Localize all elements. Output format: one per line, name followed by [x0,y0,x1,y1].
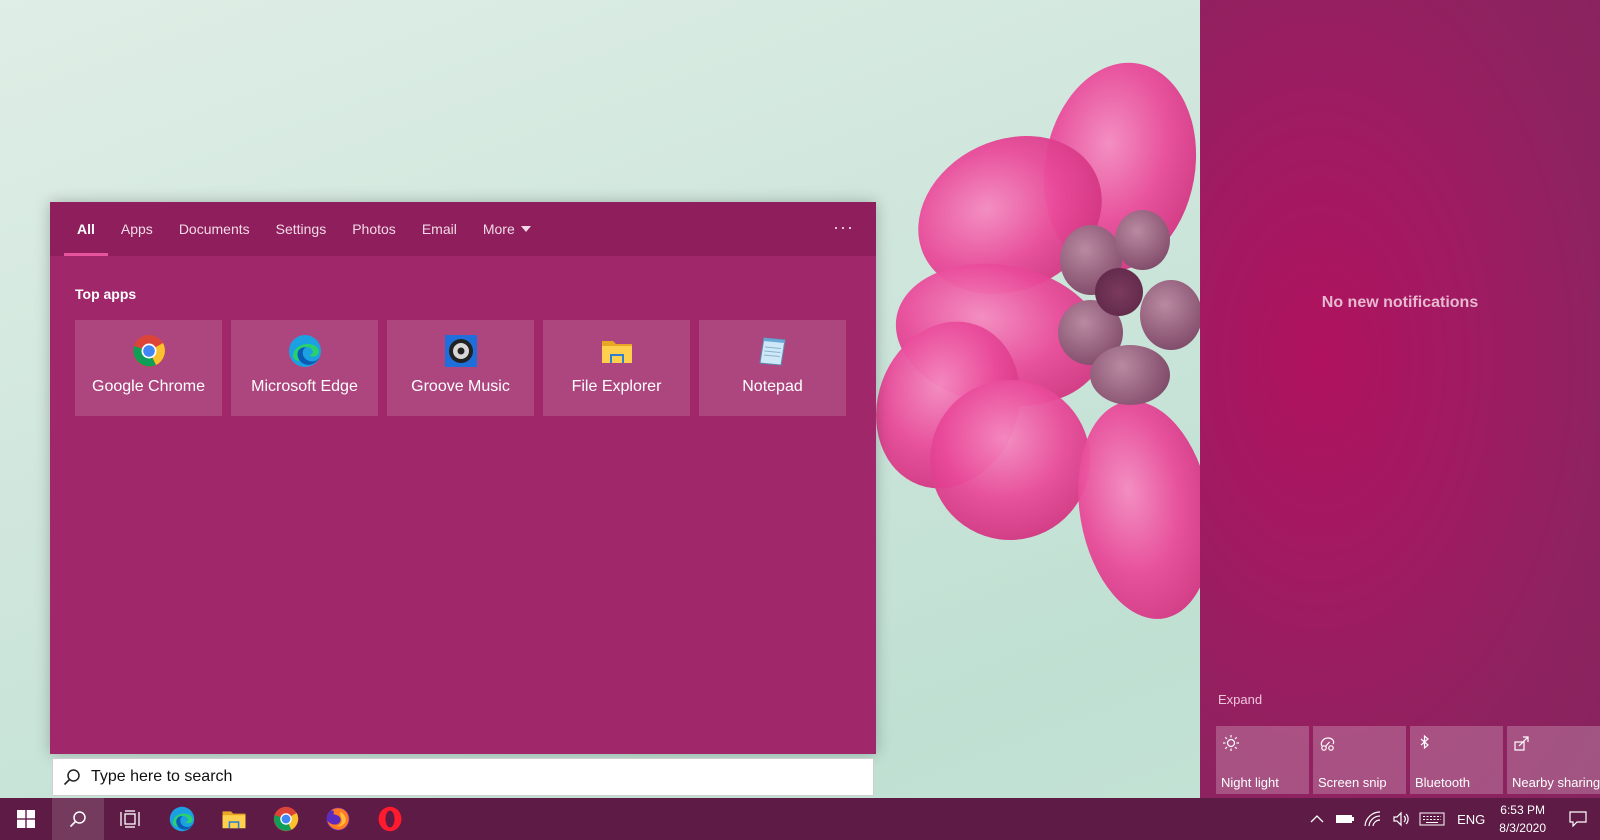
clock-date: 8/3/2020 [1499,821,1546,835]
search-input[interactable] [91,768,851,786]
network-status-button[interactable] [1361,798,1385,840]
app-name: Notepad [742,378,803,395]
expand-quick-actions-link[interactable]: Expand [1218,692,1262,707]
battery-status-button[interactable] [1333,798,1357,840]
tab-more-label: More [482,221,515,237]
touch-keyboard-button[interactable] [1417,798,1447,840]
keyboard-icon [1419,812,1445,826]
file-explorer-icon [222,811,246,829]
quick-action-nearby-sharing[interactable]: Nearby sharing [1507,726,1600,794]
night-light-icon [1222,734,1240,752]
task-view-button[interactable] [104,798,156,840]
quick-action-night-light[interactable]: Night light [1216,726,1309,794]
search-icon [53,768,91,786]
quick-action-label: Bluetooth [1415,775,1470,790]
quick-action-label: Night light [1221,775,1279,790]
quick-actions: Night light Screen snip Bluetooth Nearby… [1216,726,1600,794]
tab-settings[interactable]: Settings [263,202,340,256]
edge-icon [169,806,195,832]
clock-time: 6:53 PM [1500,803,1545,817]
top-apps-list: Google Chrome Microsoft Edge Groove Musi… [75,320,846,416]
app-tile-google-chrome[interactable]: Google Chrome [75,320,222,416]
notification-icon [1569,811,1587,827]
taskbar-search-button[interactable] [52,798,104,840]
taskbar-firefox-button[interactable] [312,798,364,840]
action-center: No new notifications Expand Night light [1200,0,1600,798]
tab-documents[interactable]: Documents [166,202,263,256]
chevron-up-icon [1310,815,1324,823]
notepad-icon [756,334,790,368]
task-view-icon [120,810,140,828]
chrome-icon [273,806,299,832]
quick-action-label: Nearby sharing [1512,775,1600,790]
start-button[interactable] [0,798,52,840]
quick-action-bluetooth[interactable]: Bluetooth [1410,726,1503,794]
wifi-icon [1364,811,1381,827]
tab-all[interactable]: All [64,202,108,256]
edge-icon [288,334,322,368]
battery-icon [1336,815,1355,823]
start-icon [17,810,35,828]
tab-photos[interactable]: Photos [339,202,409,256]
search-icon [69,811,86,828]
system-tray: ENG 6:53 PM 8/3/2020 [1303,798,1600,840]
app-tile-microsoft-edge[interactable]: Microsoft Edge [231,320,378,416]
tab-more[interactable]: More [470,202,544,256]
taskbar-chrome-button[interactable] [260,798,312,840]
action-center-button[interactable] [1556,798,1600,840]
file-explorer-icon [600,334,634,368]
section-title-top-apps: Top apps [75,286,137,302]
app-name: Microsoft Edge [251,378,358,395]
groove-music-icon [444,334,478,368]
app-tile-groove-music[interactable]: Groove Music [387,320,534,416]
quick-action-screen-snip[interactable]: Screen snip [1313,726,1406,794]
speaker-icon [1393,811,1409,827]
taskbar-clock[interactable]: 6:53 PM 8/3/2020 [1499,801,1546,837]
no-notifications-text: No new notifications [1321,294,1479,311]
show-hidden-icons-button[interactable] [1305,798,1329,840]
nearby-sharing-icon [1513,734,1531,752]
app-name: Groove Music [411,378,510,395]
app-name: Google Chrome [92,378,205,395]
taskbar: ENG 6:53 PM 8/3/2020 [0,798,1600,840]
search-flyout: All Apps Documents Settings Photos Email… [50,202,876,754]
quick-action-label: Screen snip [1318,775,1387,790]
chrome-icon [132,334,166,368]
chevron-down-icon [520,226,531,232]
firefox-icon [326,807,350,831]
taskbar-search-box[interactable] [52,758,874,796]
taskbar-edge-button[interactable] [156,798,208,840]
input-language-indicator[interactable]: ENG [1457,812,1485,827]
search-filter-tabs: All Apps Documents Settings Photos Email… [50,202,876,256]
tab-apps[interactable]: Apps [108,202,166,256]
screen-snip-icon [1319,734,1337,752]
more-options-button[interactable]: ··· [833,202,854,256]
taskbar-file-explorer-button[interactable] [208,798,260,840]
tab-email[interactable]: Email [409,202,470,256]
app-tile-file-explorer[interactable]: File Explorer [543,320,690,416]
opera-icon [378,806,402,832]
taskbar-opera-button[interactable] [364,798,416,840]
app-name: File Explorer [571,378,662,395]
bluetooth-icon [1416,734,1434,752]
volume-button[interactable] [1389,798,1413,840]
app-tile-notepad[interactable]: Notepad [699,320,846,416]
